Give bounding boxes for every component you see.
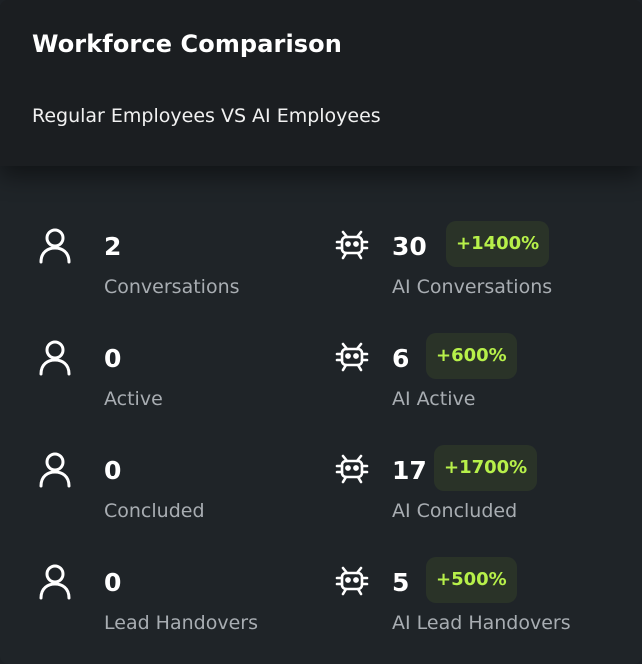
- stat-value: 6: [392, 344, 410, 373]
- stat-label: Active: [104, 388, 163, 410]
- person-icon: [39, 228, 71, 264]
- stat-value: 30: [392, 232, 427, 261]
- robot-icon: [335, 566, 369, 596]
- workforce-comparison-card: Workforce Comparison Regular Employees V…: [0, 0, 642, 664]
- stat-label: AI Lead Handovers: [392, 612, 571, 634]
- person-icon: [39, 340, 71, 376]
- person-icon: [39, 452, 71, 488]
- robot-icon: [335, 454, 369, 484]
- stat-value: 17: [392, 456, 427, 485]
- stat-value: 0: [104, 456, 122, 485]
- card-title: Workforce Comparison: [32, 30, 342, 58]
- growth-badge: +500%: [426, 557, 517, 603]
- stat-ai-active: 6 +600% AI Active: [334, 333, 624, 428]
- person-icon: [39, 564, 71, 600]
- growth-badge: +1400%: [446, 221, 550, 267]
- robot-icon: [335, 342, 369, 372]
- stats-body: 2 Conversations 0 Active 0 Concluded 0 L…: [0, 166, 642, 664]
- stat-label: AI Active: [392, 388, 476, 410]
- growth-badge: +1700%: [434, 445, 538, 491]
- stat-label: Conversations: [104, 276, 240, 298]
- stat-conversations: 2 Conversations: [38, 226, 298, 316]
- robot-icon: [335, 230, 369, 260]
- stat-label: Concluded: [104, 500, 205, 522]
- stat-value: 2: [104, 232, 122, 261]
- stat-lead-handovers: 0 Lead Handovers: [38, 562, 298, 652]
- stat-value: 5: [392, 568, 410, 597]
- growth-badge: +600%: [426, 333, 517, 379]
- stat-label: Lead Handovers: [104, 612, 258, 634]
- card-subtitle: Regular Employees VS AI Employees: [32, 105, 381, 127]
- stat-ai-concluded: 17 +1700% AI Concluded: [334, 445, 624, 540]
- stat-value: 0: [104, 344, 122, 373]
- card-header: Workforce Comparison Regular Employees V…: [0, 0, 642, 166]
- stat-ai-lead-handovers: 5 +500% AI Lead Handovers: [334, 557, 624, 652]
- stat-label: AI Conversations: [392, 276, 553, 298]
- stat-active: 0 Active: [38, 338, 298, 428]
- stat-ai-conversations: 30 +1400% AI Conversations: [334, 221, 624, 316]
- stat-label: AI Concluded: [392, 500, 518, 522]
- stat-value: 0: [104, 568, 122, 597]
- stat-concluded: 0 Concluded: [38, 450, 298, 540]
